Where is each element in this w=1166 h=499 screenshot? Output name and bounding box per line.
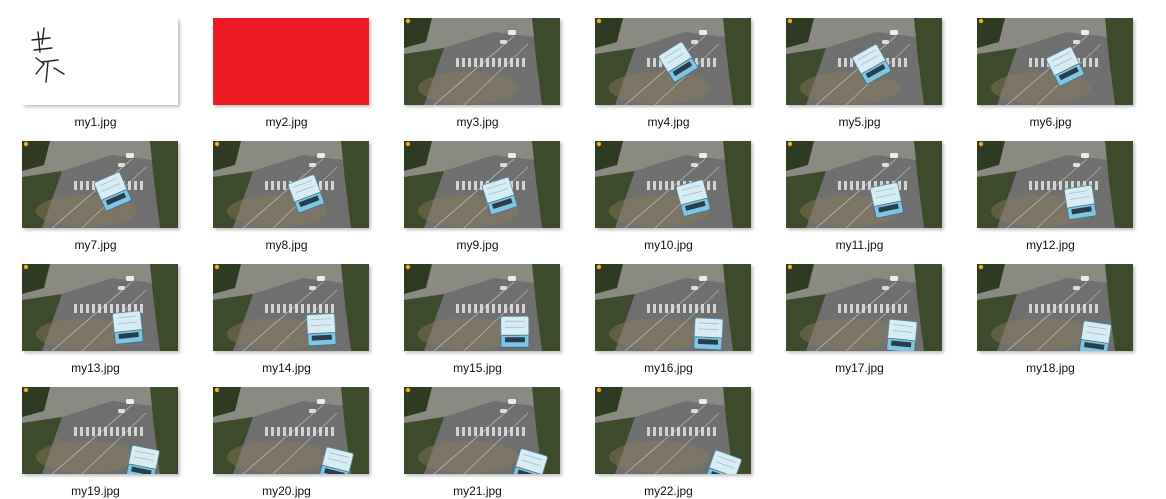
file-item[interactable]: my1.jpg (0, 0, 191, 129)
file-thumbnail[interactable] (213, 387, 369, 474)
file-item[interactable]: my15.jpg (382, 246, 573, 375)
file-name-label[interactable]: my22.jpg (573, 484, 764, 498)
truck-shape (693, 317, 724, 351)
truck-shape (1079, 320, 1112, 351)
handwriting-sketch-image (22, 18, 178, 105)
file-item[interactable]: my3.jpg (382, 0, 573, 129)
file-thumbnail[interactable] (977, 141, 1133, 228)
file-thumbnail[interactable] (786, 264, 942, 351)
street-photo-image (404, 18, 560, 105)
file-item[interactable]: my22.jpg (573, 369, 764, 498)
truck-shape (112, 310, 144, 345)
street-photo-image (22, 264, 178, 351)
file-thumbnail[interactable] (595, 18, 751, 105)
street-photo-image (404, 141, 560, 228)
file-item[interactable]: my18.jpg (955, 246, 1146, 375)
file-item[interactable]: my16.jpg (573, 246, 764, 375)
file-thumbnail[interactable] (213, 141, 369, 228)
truck-shape (886, 318, 918, 351)
street-photo-image (595, 141, 751, 228)
file-item[interactable]: my14.jpg (191, 246, 382, 375)
street-photo-image (213, 264, 369, 351)
truck-shape (869, 182, 904, 219)
file-item[interactable]: my6.jpg (955, 0, 1146, 129)
file-name-label[interactable]: my20.jpg (191, 484, 382, 498)
file-thumbnail[interactable] (977, 264, 1133, 351)
file-item[interactable]: my17.jpg (764, 246, 955, 375)
file-thumbnail[interactable] (595, 141, 751, 228)
file-item[interactable]: my5.jpg (764, 0, 955, 129)
truck-shape (126, 445, 160, 474)
street-photo-image (22, 141, 178, 228)
file-thumbnail[interactable] (213, 264, 369, 351)
file-name-label[interactable]: my18.jpg (955, 361, 1146, 375)
file-item[interactable]: my8.jpg (191, 123, 382, 252)
file-thumbnail[interactable] (404, 141, 560, 228)
file-thumbnail[interactable] (786, 18, 942, 105)
truck-shape (306, 313, 337, 347)
street-photo-image (977, 141, 1133, 228)
street-photo-image (595, 264, 751, 351)
file-item[interactable]: my12.jpg (955, 123, 1146, 252)
file-thumbnail[interactable] (404, 264, 560, 351)
file-item[interactable]: my9.jpg (382, 123, 573, 252)
street-photo-image (595, 18, 751, 105)
truck-shape (500, 315, 530, 348)
street-photo-image (22, 387, 178, 474)
file-name-label[interactable]: my19.jpg (0, 484, 191, 498)
file-thumbnail[interactable] (404, 387, 560, 474)
file-thumbnail[interactable] (404, 18, 560, 105)
file-item[interactable]: my4.jpg (573, 0, 764, 129)
file-item[interactable]: my10.jpg (573, 123, 764, 252)
file-item[interactable]: my2.jpg (191, 0, 382, 129)
file-thumbnail-grid: my1.jpg my2.jpg my3.jpg my4.jpg my5.jpg … (0, 0, 1166, 499)
file-thumbnail[interactable] (213, 18, 369, 105)
file-thumbnail[interactable] (977, 18, 1133, 105)
street-photo-image (786, 18, 942, 105)
file-item[interactable]: my7.jpg (0, 123, 191, 252)
file-thumbnail[interactable] (595, 264, 751, 351)
street-photo-image (977, 264, 1133, 351)
street-photo-image (786, 141, 942, 228)
file-item[interactable]: my20.jpg (191, 369, 382, 498)
file-thumbnail[interactable] (22, 18, 178, 105)
street-photo-image (595, 387, 751, 474)
file-item[interactable]: my13.jpg (0, 246, 191, 375)
file-thumbnail[interactable] (22, 387, 178, 474)
street-photo-image (404, 387, 560, 474)
file-thumbnail[interactable] (22, 141, 178, 228)
file-thumbnail[interactable] (22, 264, 178, 351)
truck-shape (1063, 184, 1097, 220)
solid-color-image (213, 18, 369, 105)
street-photo-image (404, 264, 560, 351)
file-thumbnail[interactable] (786, 141, 942, 228)
file-name-label[interactable]: my21.jpg (382, 484, 573, 498)
file-name-label[interactable]: my17.jpg (764, 361, 955, 375)
street-photo-image (213, 387, 369, 474)
file-item[interactable]: my19.jpg (0, 369, 191, 498)
street-photo-image (786, 264, 942, 351)
file-item[interactable]: my21.jpg (382, 369, 573, 498)
street-photo-image (977, 18, 1133, 105)
street-photo-image (213, 141, 369, 228)
file-thumbnail[interactable] (595, 387, 751, 474)
file-item[interactable]: my11.jpg (764, 123, 955, 252)
